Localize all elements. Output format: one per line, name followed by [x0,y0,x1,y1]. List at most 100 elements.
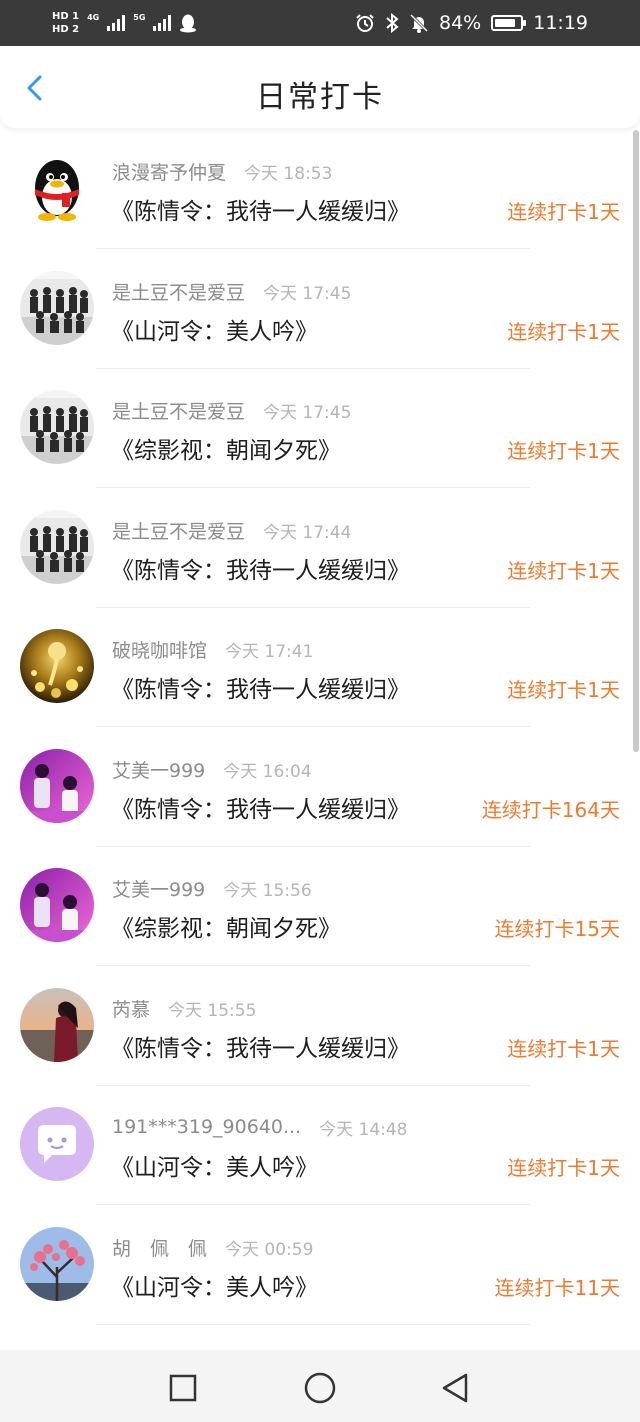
sunset-girl-avatar-image [20,988,94,1062]
group-photo-avatar-image [20,390,94,464]
avatar[interactable] [20,151,94,225]
streak-label[interactable]: 连续打卡164天 [482,794,620,823]
streak-label[interactable]: 连续打卡1天 [507,196,620,225]
alarm-icon [356,14,374,32]
signal-icon-2 [153,15,172,31]
user-name[interactable]: 是土豆不是爱豆 [112,397,245,424]
checkin-row[interactable]: 是土豆不是爱豆 今天 17:45 《山河令：美人吟》 连续打卡1天 [0,250,640,369]
book-title[interactable]: 《山河令：美人吟》 [111,312,318,346]
qq-status-icon [180,14,197,33]
book-title[interactable]: 《综影视：朝闻夕死》 [111,431,341,465]
book-title[interactable]: 《山河令：美人吟》 [111,1148,318,1182]
app-header: 日常打卡 [0,46,640,128]
chat-bubble-avatar-image [20,1107,94,1181]
row-meta: 是土豆不是爱豆 今天 17:44 [112,517,351,543]
avatar[interactable] [20,629,94,703]
book-title[interactable]: 《陈情令：我待一人缓缓归》 [111,551,410,585]
battery-percent: 84% [439,12,482,34]
user-name[interactable]: 艾美一999 [112,756,205,783]
streak-label[interactable]: 连续打卡1天 [507,435,620,464]
book-title[interactable]: 《陈情令：我待一人缓缓归》 [111,192,410,226]
user-name[interactable]: 胡 佩 佩 [112,1234,207,1261]
avatar[interactable] [20,868,94,942]
user-name[interactable]: 艾美一999 [112,875,205,902]
row-meta: 胡 佩 佩今天 00:59 [112,1234,313,1260]
streak-label[interactable]: 连续打卡1天 [507,555,620,584]
signal-icon [107,15,126,31]
avatar[interactable] [20,749,94,823]
row-divider [96,487,530,488]
clock: 11:19 [533,12,588,34]
checkin-row[interactable]: 是土豆不是爱豆 今天 17:45 《综影视：朝闻夕死》 连续打卡1天 [0,369,640,488]
page-title: 日常打卡 [256,80,384,115]
row-divider [96,965,530,966]
row-meta: 芮慕 今天 15:55 [112,995,256,1021]
avatar[interactable] [20,510,94,584]
checkin-row[interactable]: 破晓咖啡馆 今天 17:41 《陈情令：我待一人缓缓归》 连续打卡1天 [0,608,640,727]
status-bar: HD 1 HD 2 4G 5G 84% 11:19 [0,0,640,46]
system-back-button[interactable] [436,1368,476,1408]
checkin-row[interactable]: 是土豆不是爱豆 今天 17:44 《陈情令：我待一人缓缓归》 连续打卡1天 [0,489,640,608]
triangle-back-icon [442,1373,468,1403]
streak-label[interactable]: 连续打卡11天 [495,1272,620,1301]
checkin-row[interactable]: 艾美一999 今天 16:04 《陈情令：我待一人缓缓归》 连续打卡164天 [0,728,640,847]
user-name[interactable]: 191***319_90640... [112,1116,301,1138]
checkin-row[interactable]: 胡 佩 佩今天 00:59 《山河令：美人吟》 连续打卡11天 [0,1206,640,1325]
status-bar-right: 84% 11:19 [355,0,588,46]
bluetooth-icon [386,13,399,33]
user-name[interactable]: 芮慕 [112,995,150,1022]
status-bar-left: HD 1 HD 2 4G 5G [52,6,197,40]
avatar[interactable] [20,1227,94,1301]
streak-label[interactable]: 连续打卡1天 [507,674,620,703]
purple-stage-avatar-image [20,868,94,942]
home-button[interactable] [300,1368,340,1408]
gold-coffee-avatar-image [20,629,94,703]
checkin-time: 今天 16:04 [223,761,312,782]
streak-label[interactable]: 连续打卡1天 [507,1033,620,1062]
pink-blossom-avatar-image [20,1227,94,1301]
checkin-time: 今天 00:59 [225,1239,314,1260]
row-meta: 191***319_90640... 今天 14:48 [112,1114,408,1140]
user-name[interactable]: 是土豆不是爱豆 [112,517,245,544]
user-name[interactable]: 浪漫寄予仲夏 [112,158,226,185]
qq-penguin-avatar-image [20,151,94,225]
checkin-row[interactable]: 芮慕 今天 15:55 《陈情令：我待一人缓缓归》 连续打卡1天 [0,967,640,1086]
avatar[interactable] [20,271,94,345]
circle-icon [304,1372,336,1404]
book-title[interactable]: 《山河令：美人吟》 [111,1268,318,1302]
row-meta: 艾美一999 今天 16:04 [112,756,312,782]
checkin-list[interactable]: 浪漫寄予仲夏 今天 18:53 《陈情令：我待一人缓缓归》 连续打卡1天 是土豆不是爱豆… [0,130,640,1348]
user-name[interactable]: 破晓咖啡馆 [112,636,207,663]
recents-button[interactable] [163,1368,203,1408]
scrollbar[interactable] [633,130,639,752]
battery-icon [491,15,527,31]
book-title[interactable]: 《陈情令：我待一人缓缓归》 [111,790,410,824]
row-divider [96,248,530,249]
network-5g-label: 5G [133,12,146,22]
checkin-row[interactable]: 艾美一999 今天 15:56 《综影视：朝闻夕死》 连续打卡15天 [0,847,640,966]
avatar[interactable] [20,988,94,1062]
group-photo-avatar-image [20,271,94,345]
checkin-time: 今天 15:55 [168,1000,257,1021]
hd2-label: HD 2 [52,24,80,35]
checkin-time: 今天 14:48 [319,1119,408,1140]
checkin-row[interactable]: 浪漫寄予仲夏 今天 18:53 《陈情令：我待一人缓缓归》 连续打卡1天 [0,130,640,249]
square-icon [169,1374,197,1402]
streak-label[interactable]: 连续打卡1天 [507,316,620,345]
row-meta: 浪漫寄予仲夏 今天 18:53 [112,158,332,184]
book-title[interactable]: 《综影视：朝闻夕死》 [111,909,341,943]
book-title[interactable]: 《陈情令：我待一人缓缓归》 [111,670,410,704]
purple-stage-avatar-image [20,749,94,823]
hd1-label: HD 1 [52,11,80,22]
checkin-row[interactable]: 191***319_90640... 今天 14:48 《山河令：美人吟》 连续打卡1… [0,1086,640,1205]
checkin-time: 今天 17:41 [225,641,314,662]
row-meta: 破晓咖啡馆 今天 17:41 [112,636,313,662]
checkin-time: 今天 17:44 [263,522,352,543]
avatar[interactable] [20,390,94,464]
streak-label[interactable]: 连续打卡1天 [507,1152,620,1181]
streak-label[interactable]: 连续打卡15天 [495,913,620,942]
user-name[interactable]: 是土豆不是爱豆 [112,278,245,305]
row-divider [96,726,530,727]
book-title[interactable]: 《陈情令：我待一人缓缓归》 [111,1029,410,1063]
avatar[interactable] [20,1107,94,1181]
